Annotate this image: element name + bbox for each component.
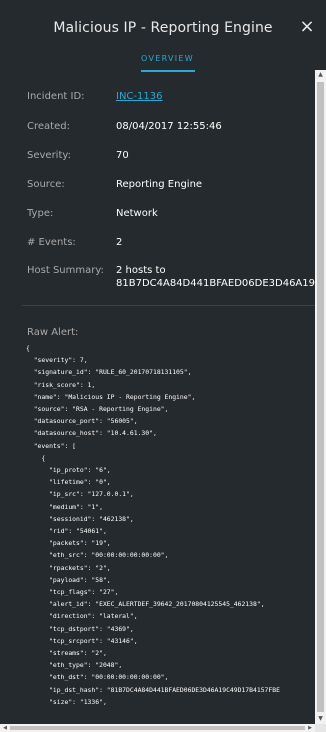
vertical-scroll-thumb[interactable] xyxy=(317,82,324,712)
detail-label: Severity: xyxy=(27,150,71,161)
detail-label: Type: xyxy=(27,208,54,219)
events-count-value: 2 xyxy=(116,237,123,248)
detail-label: Incident ID: xyxy=(27,91,85,102)
detail-label: Created: xyxy=(27,121,70,132)
scroll-down-arrow-icon[interactable]: ▼ xyxy=(315,714,326,724)
scroll-left-arrow-icon[interactable]: ◀ xyxy=(0,724,10,732)
scroll-right-arrow-icon[interactable]: ▶ xyxy=(305,724,315,732)
panel-header: Malicious IP - Reporting Engine × OVERVI… xyxy=(0,0,326,76)
detail-label: Host Summary: xyxy=(27,265,104,276)
detail-label: # Events: xyxy=(27,237,76,248)
scroll-up-arrow-icon[interactable]: ▲ xyxy=(315,70,326,80)
overview-content[interactable]: Incident ID: INC-1136 Created: 08/04/201… xyxy=(0,76,315,724)
section-divider xyxy=(22,305,315,306)
host-summary-value: 2 hosts to 81B7DC4A84D441BFAED06DE3D46A1… xyxy=(116,265,315,289)
detail-label: Source: xyxy=(27,179,65,190)
raw-alert-json: { "severity": 7, "signature_id": "RULE_6… xyxy=(26,344,280,706)
source-value: Reporting Engine xyxy=(116,179,203,190)
tab-active-indicator xyxy=(141,70,195,72)
scrollbar-corner xyxy=(315,724,326,732)
host-summary-line-1: 2 hosts to xyxy=(116,265,166,276)
severity-value: 70 xyxy=(116,150,129,161)
horizontal-scroll-thumb[interactable] xyxy=(10,726,305,730)
raw-alert-label: Raw Alert: xyxy=(27,327,79,338)
type-value: Network xyxy=(116,208,158,219)
panel-title: Malicious IP - Reporting Engine xyxy=(53,20,273,36)
host-summary-line-2: 81B7DC4A84D441BFAED06DE3D46A19C49D xyxy=(116,278,315,289)
close-button[interactable]: × xyxy=(296,15,318,37)
incident-id-link[interactable]: INC-1136 xyxy=(116,91,162,102)
close-icon: × xyxy=(299,15,315,37)
vertical-scrollbar[interactable]: ▲ ▼ xyxy=(315,70,326,724)
incident-detail-panel: Malicious IP - Reporting Engine × OVERVI… xyxy=(0,0,326,732)
created-value: 08/04/2017 12:55:46 xyxy=(116,121,222,132)
horizontal-scrollbar[interactable]: ◀ ▶ xyxy=(0,724,315,732)
tab-overview[interactable]: OVERVIEW xyxy=(141,54,194,63)
